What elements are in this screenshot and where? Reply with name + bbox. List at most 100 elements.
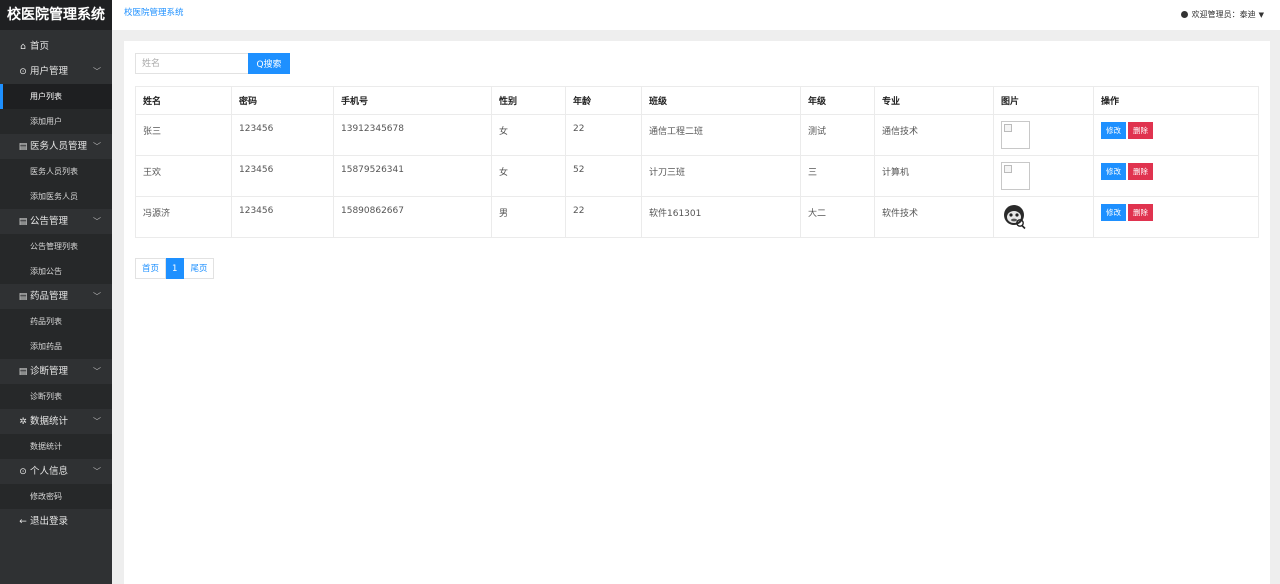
cell-password: 123456 [231,155,334,197]
monkey-avatar-icon [1004,205,1026,230]
edit-button[interactable]: 修改 [1101,204,1126,221]
cell-age: 22 [565,196,642,238]
edit-button[interactable]: 修改 [1101,163,1126,180]
sidebar-group-1[interactable]: ⊙ 用户管理 ﹀ [0,59,112,84]
table-row: 王欢 123456 15879526341 女 52 计刀三班三计算机 修改 删除 [135,155,1259,197]
chevron-down-icon: ﹀ [93,467,101,476]
sidebar-group-label: 公告管理 [30,216,69,227]
user-icon: ⊙ [19,67,27,77]
header-actions: 操作 [1093,86,1259,115]
sidebar-group-0[interactable]: ⌂ 首页 [0,34,112,59]
cell-phone: 13912345678 [333,114,492,156]
cell-gender: 女 [491,114,566,156]
document-icon: ▤ [18,367,28,377]
user-menu[interactable]: 欢迎管理员：泰迪 ▼ [1180,9,1264,20]
sidebar-group-label: 退出登录 [30,516,69,527]
sidebar-group-label: 个人信息 [30,466,69,477]
stats-icon: ✲ [19,417,27,427]
chevron-down-icon: ﹀ [93,67,101,76]
caret-down-icon: ▼ [1258,11,1264,19]
delete-button[interactable]: 删除 [1128,122,1153,139]
cell-image [993,155,1094,197]
pagination: 首页 1 尾页 [135,258,215,279]
table-row: 张三 123456 13912345678 女 22 通信工程二班 测试 通信技术 修改 删除 [135,114,1259,156]
sidebar-group-label: 首页 [30,41,50,52]
cell-actions: 修改 删除 [1093,196,1259,238]
broken-image-icon [1001,162,1030,190]
name-search-input[interactable] [135,53,248,74]
cell-password: 123456 [231,114,334,156]
chevron-down-icon: ﹀ [93,217,101,226]
edit-button[interactable]: 修改 [1101,122,1126,139]
delete-button[interactable]: 删除 [1128,163,1153,180]
top-bar: 校医院管理系统 欢迎管理员：泰迪 ▼ [112,0,1280,30]
person-icon: ⊙ [19,467,27,477]
current-page-button[interactable]: 1 [166,258,185,279]
sidebar-item-2[interactable]: 用户列表 [0,84,112,109]
brand-title: 校医院管理系统 [0,0,112,30]
cell-image [993,114,1094,156]
cell-age: 52 [565,155,642,197]
sidebar-group-10[interactable]: ▤ 药品管理 ﹀ [0,284,112,309]
broken-image-icon [1001,121,1030,149]
cell-age: 22 [565,114,642,156]
sidebar-group-label: 药品管理 [30,291,69,302]
header-grade: 年级 [800,86,875,115]
cell-phone: 15890862667 [333,196,492,238]
user-table: 姓名 密码 手机号 性别 年龄 班级 年级 专业 图片 操作 张三 123456 1… [135,86,1259,238]
welcome-text: 欢迎管理员：泰迪 [1191,10,1256,19]
cell-gender: 男 [491,196,566,238]
header-class: 班级 [641,86,801,115]
cell-name: 张三 [135,114,232,156]
sidebar-group-7[interactable]: ▤ 公告管理 ﹀ [0,209,112,234]
sidebar-group-15[interactable]: ✲ 数据统计 ﹀ [0,409,112,434]
sidebar-item-11[interactable]: 药品列表 [0,309,112,334]
sidebar-item-8[interactable]: 公告管理列表 [0,234,112,259]
header-name: 姓名 [135,86,232,115]
search-bar: Q搜索 [135,53,290,74]
cell-phone: 15879526341 [333,155,492,197]
last-page-button[interactable]: 尾页 [184,258,215,279]
header-image: 图片 [993,86,1094,115]
chevron-down-icon: ﹀ [93,142,101,151]
sidebar-item-18[interactable]: 修改密码 [0,484,112,509]
delete-button[interactable]: 删除 [1128,204,1153,221]
chevron-down-icon: ﹀ [93,417,101,426]
sidebar-item-3[interactable]: 添加用户 [0,109,112,134]
sidebar-group-19[interactable]: ← 退出登录 [0,509,112,534]
sidebar-item-12[interactable]: 添加药品 [0,334,112,359]
cell-major: 计算机 [874,155,994,197]
header-age: 年龄 [565,86,642,115]
cell-class: 通信工程二班 [641,114,801,156]
sidebar-item-6[interactable]: 添加医务人员 [0,184,112,209]
first-page-button[interactable]: 首页 [135,258,167,279]
arrow-left-icon: ← [19,517,27,527]
cell-name: 王欢 [135,155,232,197]
sidebar-group-label: 医务人员管理 [30,141,88,152]
cell-actions: 修改 删除 [1093,114,1259,156]
sidebar-item-9[interactable]: 添加公告 [0,259,112,284]
sidebar-item-14[interactable]: 诊断列表 [0,384,112,409]
header-major: 专业 [874,86,994,115]
cell-grade: 三 [800,155,875,197]
breadcrumb[interactable]: 校医院管理系统 [124,6,184,18]
sidebar-group-label: 数据统计 [30,416,69,427]
cell-image [993,196,1094,238]
sidebar-group-13[interactable]: ▤ 诊断管理 ﹀ [0,359,112,384]
cell-actions: 修改 删除 [1093,155,1259,197]
search-button[interactable]: Q搜索 [248,53,290,74]
table-header-row: 姓名 密码 手机号 性别 年龄 班级 年级 专业 图片 操作 [135,86,1259,115]
sidebar-item-16[interactable]: 数据统计 [0,434,112,459]
document-icon: ▤ [18,292,28,302]
document-icon: ▤ [18,217,28,227]
cell-class: 软件161301 [641,196,801,238]
header-phone: 手机号 [333,86,492,115]
cell-grade: 测试 [800,114,875,156]
sidebar-group-17[interactable]: ⊙ 个人信息 ﹀ [0,459,112,484]
content-card: Q搜索 姓名 密码 手机号 性别 年龄 班级 年级 专业 图片 操作 张三123… [124,41,1270,584]
user-avatar-icon [1180,11,1188,18]
table-row: 冯源济 123456 15890862667 男 22 软件161301 大二 软件技术 修改删… [135,196,1259,238]
cell-class: 计刀三班 [641,155,801,197]
sidebar-group-4[interactable]: ▤ 医务人员管理 ﹀ [0,134,112,159]
sidebar-item-5[interactable]: 医务人员列表 [0,159,112,184]
